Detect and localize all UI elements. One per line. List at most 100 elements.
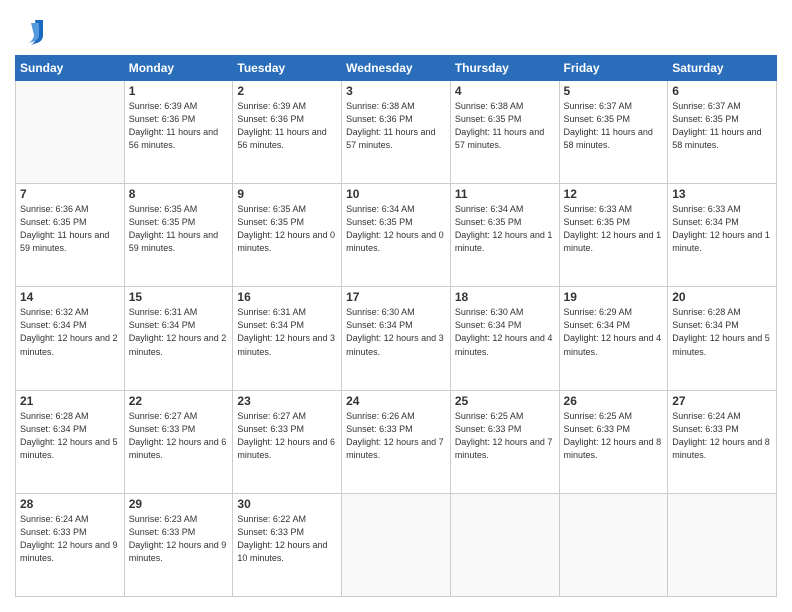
calendar-cell-1-4: 3 Sunrise: 6:38 AM Sunset: 6:36 PM Daylig…: [342, 81, 451, 184]
day-number: 22: [129, 394, 229, 408]
calendar-cell-3-3: 16 Sunrise: 6:31 AM Sunset: 6:34 PM Dayli…: [233, 287, 342, 390]
day-info: Sunrise: 6:27 AM Sunset: 6:33 PM Dayligh…: [237, 410, 337, 462]
day-number: 8: [129, 187, 229, 201]
day-number: 15: [129, 290, 229, 304]
calendar-header-tuesday: Tuesday: [233, 56, 342, 81]
calendar-cell-5-7: [668, 493, 777, 596]
day-info: Sunrise: 6:22 AM Sunset: 6:33 PM Dayligh…: [237, 513, 337, 565]
day-number: 18: [455, 290, 555, 304]
day-number: 27: [672, 394, 772, 408]
header: [15, 15, 777, 45]
day-info: Sunrise: 6:37 AM Sunset: 6:35 PM Dayligh…: [672, 100, 772, 152]
day-number: 14: [20, 290, 120, 304]
day-info: Sunrise: 6:28 AM Sunset: 6:34 PM Dayligh…: [672, 306, 772, 358]
calendar-week-4: 21 Sunrise: 6:28 AM Sunset: 6:34 PM Dayli…: [16, 390, 777, 493]
day-number: 30: [237, 497, 337, 511]
day-info: Sunrise: 6:34 AM Sunset: 6:35 PM Dayligh…: [455, 203, 555, 255]
day-info: Sunrise: 6:37 AM Sunset: 6:35 PM Dayligh…: [564, 100, 664, 152]
day-number: 7: [20, 187, 120, 201]
calendar-cell-4-6: 26Sunrise: 6:25 AM Sunset: 6:33 PM Dayli…: [559, 390, 668, 493]
day-info: Sunrise: 6:32 AM Sunset: 6:34 PM Dayligh…: [20, 306, 120, 358]
day-number: 3: [346, 84, 446, 98]
day-number: 20: [672, 290, 772, 304]
calendar-cell-4-2: 22Sunrise: 6:27 AM Sunset: 6:33 PM Dayli…: [124, 390, 233, 493]
day-info: Sunrise: 6:36 AM Sunset: 6:35 PM Dayligh…: [20, 203, 120, 255]
day-info: Sunrise: 6:29 AM Sunset: 6:34 PM Dayligh…: [564, 306, 664, 358]
page: SundayMondayTuesdayWednesdayThursdayFrid…: [0, 0, 792, 612]
day-info: Sunrise: 6:23 AM Sunset: 6:33 PM Dayligh…: [129, 513, 229, 565]
calendar-cell-3-5: 18 Sunrise: 6:30 AM Sunset: 6:34 PM Dayli…: [450, 287, 559, 390]
day-info: Sunrise: 6:24 AM Sunset: 6:33 PM Dayligh…: [672, 410, 772, 462]
calendar-week-2: 7 Sunrise: 6:36 AM Sunset: 6:35 PM Daylig…: [16, 184, 777, 287]
calendar-table: SundayMondayTuesdayWednesdayThursdayFrid…: [15, 55, 777, 597]
day-number: 17: [346, 290, 446, 304]
calendar-header-friday: Friday: [559, 56, 668, 81]
calendar-cell-2-1: 7 Sunrise: 6:36 AM Sunset: 6:35 PM Daylig…: [16, 184, 125, 287]
day-info: Sunrise: 6:31 AM Sunset: 6:34 PM Dayligh…: [129, 306, 229, 358]
day-info: Sunrise: 6:34 AM Sunset: 6:35 PM Dayligh…: [346, 203, 446, 255]
calendar-cell-2-6: 12 Sunrise: 6:33 AM Sunset: 6:35 PM Dayli…: [559, 184, 668, 287]
calendar-cell-1-2: 1Sunrise: 6:39 AM Sunset: 6:36 PM Daylig…: [124, 81, 233, 184]
calendar-cell-2-7: 13Sunrise: 6:33 AM Sunset: 6:34 PM Dayli…: [668, 184, 777, 287]
day-number: 25: [455, 394, 555, 408]
day-number: 24: [346, 394, 446, 408]
calendar-cell-4-7: 27 Sunrise: 6:24 AM Sunset: 6:33 PM Dayli…: [668, 390, 777, 493]
day-info: Sunrise: 6:39 AM Sunset: 6:36 PM Dayligh…: [237, 100, 337, 152]
day-info: Sunrise: 6:25 AM Sunset: 6:33 PM Dayligh…: [455, 410, 555, 462]
calendar-cell-3-1: 14 Sunrise: 6:32 AM Sunset: 6:34 PM Dayli…: [16, 287, 125, 390]
calendar-cell-4-4: 24 Sunrise: 6:26 AM Sunset: 6:33 PM Dayli…: [342, 390, 451, 493]
calendar-header-monday: Monday: [124, 56, 233, 81]
day-number: 9: [237, 187, 337, 201]
day-info: Sunrise: 6:38 AM Sunset: 6:36 PM Dayligh…: [346, 100, 446, 152]
day-info: Sunrise: 6:33 AM Sunset: 6:34 PM Dayligh…: [672, 203, 772, 255]
day-info: Sunrise: 6:24 AM Sunset: 6:33 PM Dayligh…: [20, 513, 120, 565]
day-number: 10: [346, 187, 446, 201]
calendar-cell-2-4: 10 Sunrise: 6:34 AM Sunset: 6:35 PM Dayli…: [342, 184, 451, 287]
calendar-cell-5-2: 29 Sunrise: 6:23 AM Sunset: 6:33 PM Dayli…: [124, 493, 233, 596]
day-number: 12: [564, 187, 664, 201]
calendar-cell-3-4: 17 Sunrise: 6:30 AM Sunset: 6:34 PM Dayli…: [342, 287, 451, 390]
calendar-header-thursday: Thursday: [450, 56, 559, 81]
day-info: Sunrise: 6:26 AM Sunset: 6:33 PM Dayligh…: [346, 410, 446, 462]
day-info: Sunrise: 6:28 AM Sunset: 6:34 PM Dayligh…: [20, 410, 120, 462]
day-number: 16: [237, 290, 337, 304]
calendar-cell-5-4: [342, 493, 451, 596]
logo: [15, 15, 49, 45]
calendar-cell-3-6: 19 Sunrise: 6:29 AM Sunset: 6:34 PM Dayli…: [559, 287, 668, 390]
calendar-cell-3-7: 20 Sunrise: 6:28 AM Sunset: 6:34 PM Dayli…: [668, 287, 777, 390]
day-number: 29: [129, 497, 229, 511]
calendar-cell-2-2: 8 Sunrise: 6:35 AM Sunset: 6:35 PM Daylig…: [124, 184, 233, 287]
day-number: 23: [237, 394, 337, 408]
calendar-cell-1-7: 6Sunrise: 6:37 AM Sunset: 6:35 PM Daylig…: [668, 81, 777, 184]
calendar-cell-3-2: 15 Sunrise: 6:31 AM Sunset: 6:34 PM Dayli…: [124, 287, 233, 390]
calendar-cell-5-1: 28 Sunrise: 6:24 AM Sunset: 6:33 PM Dayli…: [16, 493, 125, 596]
calendar-cell-2-3: 9 Sunrise: 6:35 AM Sunset: 6:35 PM Daylig…: [233, 184, 342, 287]
day-info: Sunrise: 6:25 AM Sunset: 6:33 PM Dayligh…: [564, 410, 664, 462]
day-info: Sunrise: 6:30 AM Sunset: 6:34 PM Dayligh…: [346, 306, 446, 358]
day-number: 4: [455, 84, 555, 98]
day-number: 19: [564, 290, 664, 304]
calendar-header-saturday: Saturday: [668, 56, 777, 81]
day-info: Sunrise: 6:35 AM Sunset: 6:35 PM Dayligh…: [129, 203, 229, 255]
calendar-header-row: SundayMondayTuesdayWednesdayThursdayFrid…: [16, 56, 777, 81]
calendar-cell-5-5: [450, 493, 559, 596]
calendar-cell-2-5: 11Sunrise: 6:34 AM Sunset: 6:35 PM Dayli…: [450, 184, 559, 287]
calendar-cell-1-1: [16, 81, 125, 184]
calendar-cell-4-3: 23 Sunrise: 6:27 AM Sunset: 6:33 PM Dayli…: [233, 390, 342, 493]
calendar-week-1: 1 Sunrise: 6:39 AM Sunset: 6:36 PM Daylig…: [16, 81, 777, 184]
day-number: 21: [20, 394, 120, 408]
day-info: Sunrise: 6:33 AM Sunset: 6:35 PM Dayligh…: [564, 203, 664, 255]
day-number: 28: [20, 497, 120, 511]
calendar-cell-5-6: [559, 493, 668, 596]
calendar-cell-1-6: 5Sunrise: 6:37 AM Sunset: 6:35 PM Daylig…: [559, 81, 668, 184]
day-number: 2: [237, 84, 337, 98]
calendar-cell-4-1: 21 Sunrise: 6:28 AM Sunset: 6:34 PM Dayli…: [16, 390, 125, 493]
calendar-cell-4-5: 25 Sunrise: 6:25 AM Sunset: 6:33 PM Dayli…: [450, 390, 559, 493]
day-info: Sunrise: 6:31 AM Sunset: 6:34 PM Dayligh…: [237, 306, 337, 358]
day-info: Sunrise: 6:35 AM Sunset: 6:35 PM Dayligh…: [237, 203, 337, 255]
calendar-cell-5-3: 30 Sunrise: 6:22 AM Sunset: 6:33 PM Dayli…: [233, 493, 342, 596]
day-number: 1: [129, 84, 229, 98]
calendar-cell-1-3: 2 Sunrise: 6:39 AM Sunset: 6:36 PM Daylig…: [233, 81, 342, 184]
calendar-header-wednesday: Wednesday: [342, 56, 451, 81]
day-info: Sunrise: 6:30 AM Sunset: 6:34 PM Dayligh…: [455, 306, 555, 358]
